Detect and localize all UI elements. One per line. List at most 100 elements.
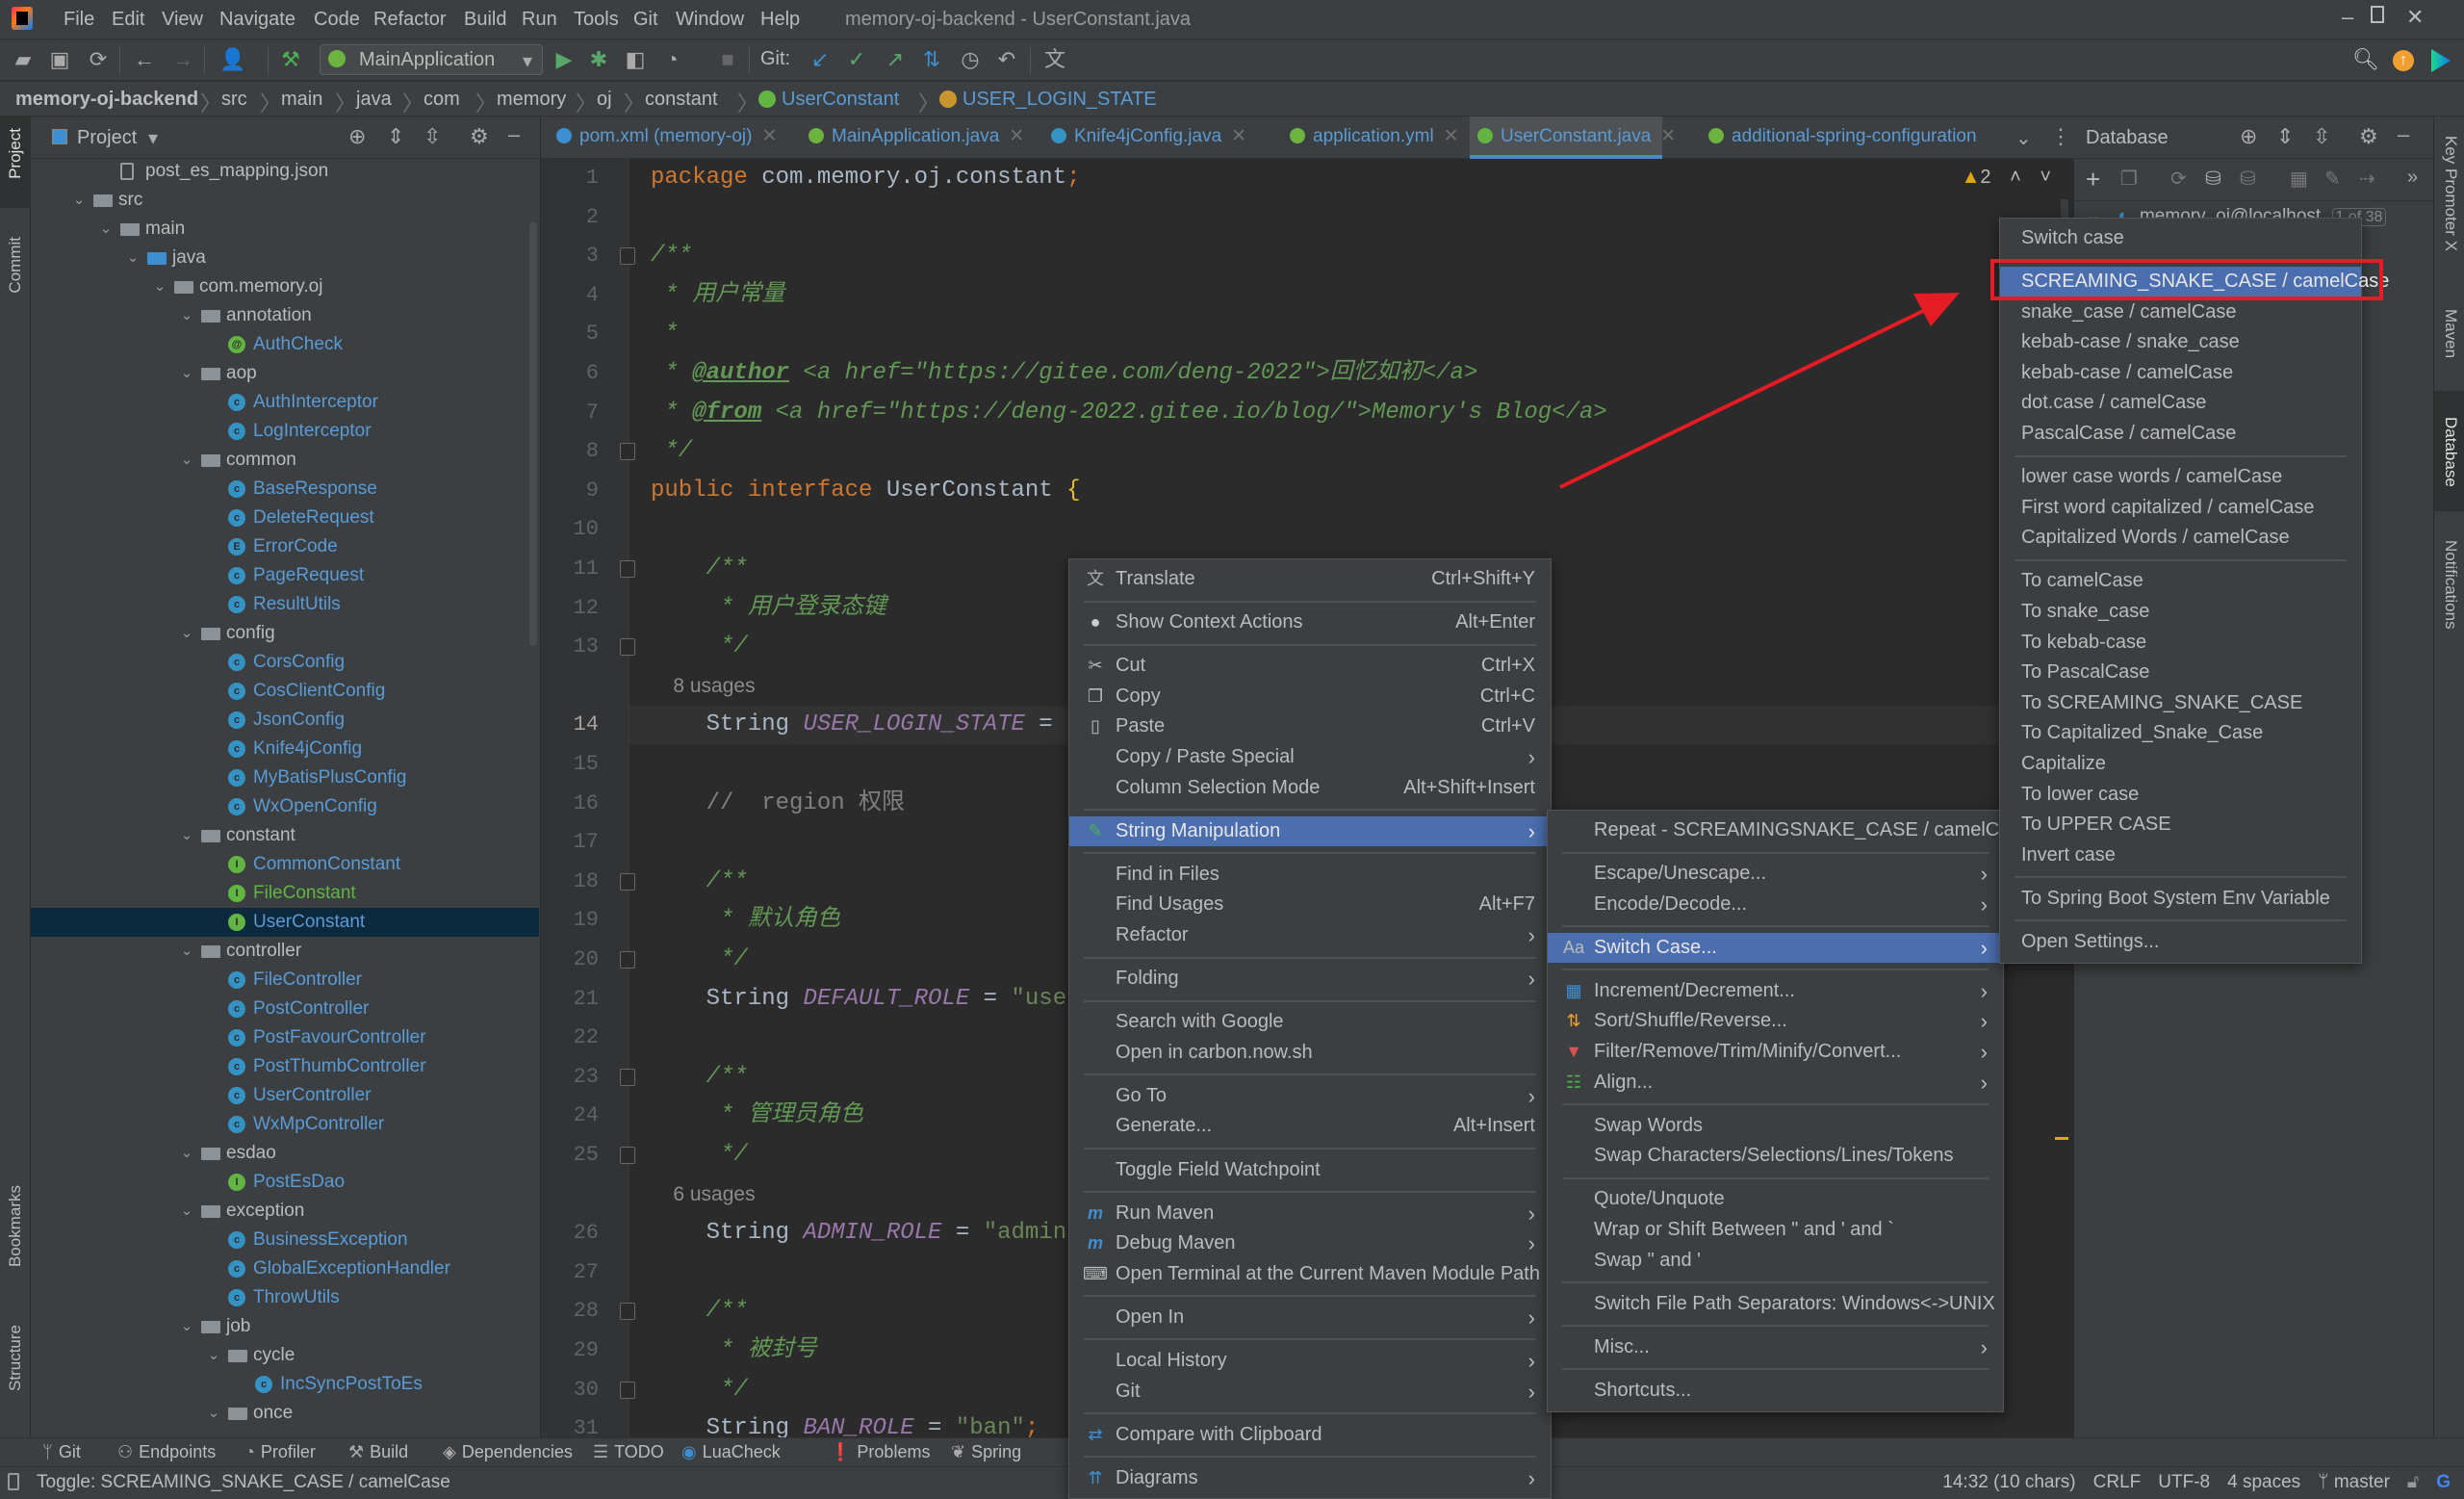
chevron-down-icon[interactable]: ⌄ [178, 301, 195, 330]
debug-icon[interactable]: ✱ [585, 47, 612, 72]
menu-item-pascalcase-camelcase[interactable]: PascalCase / camelCase [2000, 419, 2361, 450]
menu-item-dot-case-camelcase[interactable]: dot.case / camelCase [2000, 388, 2361, 419]
run-configuration-dropdown[interactable]: MainApplication ▾ [320, 44, 543, 75]
collapse-all-icon[interactable]: ⇳ [424, 124, 441, 149]
tree-item-aop[interactable]: ⌄ aop [31, 359, 539, 388]
menu-item-to-snake-case[interactable]: To snake_case [2000, 597, 2361, 628]
code-usages-hint[interactable]: 8 usages [651, 667, 755, 706]
menu-item-paste[interactable]: ▯ Paste Ctrl+V [1069, 711, 1551, 742]
restore-button[interactable] [2371, 6, 2384, 23]
menu-item-open-in-carbon-now-sh[interactable]: Open in carbon.now.sh [1069, 1038, 1551, 1069]
project-tool-button[interactable]: Project [6, 128, 25, 179]
tool-todo[interactable]: ☰ TODO [593, 1442, 664, 1462]
menu-item-find-in-files[interactable]: Find in Files [1069, 860, 1551, 891]
tree-item-wxopenconfig[interactable]: c WxOpenConfig [31, 792, 539, 821]
next-highlight-icon[interactable]: ˅ [2040, 167, 2051, 188]
db-tools-icon[interactable]: ⛁ [2205, 167, 2221, 191]
update-icon[interactable]: ↑ [2393, 50, 2414, 71]
chevron-down-icon[interactable]: ⌄ [178, 821, 195, 850]
menu-item-show-context-actions[interactable]: ● Show Context Actions Alt+Enter [1069, 607, 1551, 638]
fold-marker-icon[interactable] [620, 247, 635, 266]
more-icon[interactable]: » [2407, 167, 2418, 189]
fold-marker-icon[interactable] [620, 1068, 635, 1086]
menu-item-snake-case-camelcase[interactable]: snake_case / camelCase [2000, 297, 2361, 328]
tree-item-esdao[interactable]: ⌄ esdao [31, 1139, 539, 1168]
menu-item-git[interactable]: Git › [1069, 1377, 1551, 1408]
tree-item-incsyncposttoes[interactable]: c IncSyncPostToEs [31, 1370, 539, 1399]
tree-item-commonconstant[interactable]: I CommonConstant [31, 850, 539, 879]
commit-tool-button[interactable]: Commit [6, 237, 25, 294]
chevron-down-icon[interactable]: ⌄ [151, 272, 168, 301]
menu-item-debug-maven[interactable]: m Debug Maven › [1069, 1228, 1551, 1259]
locate-icon[interactable]: ⊕ [2240, 124, 2257, 149]
tree-item-fileconstant[interactable]: I FileConstant [31, 879, 539, 908]
status-panel-icon[interactable] [8, 1473, 19, 1490]
table-icon[interactable]: ▦ [2290, 167, 2308, 191]
menu-item-open-in[interactable]: Open In › [1069, 1303, 1551, 1333]
breadcrumb-oj[interactable]: oj [597, 89, 612, 111]
menu-code[interactable]: Code [314, 9, 360, 31]
menu-item-increment-decrement[interactable]: ▦ Increment/Decrement... › [1548, 976, 2003, 1007]
database-tool-button[interactable]: Database [2441, 417, 2460, 487]
tree-item-constant[interactable]: ⌄ constant [31, 821, 539, 850]
git-commit-icon[interactable]: ✓ [843, 47, 870, 72]
menu-item-switch-case[interactable]: Switch case [2000, 223, 2361, 254]
structure-tool-button[interactable]: Structure [6, 1325, 25, 1391]
menu-item-cut[interactable]: ✂ Cut Ctrl+X [1069, 651, 1551, 682]
caret-position[interactable]: 14:32 (10 chars) [1942, 1472, 2075, 1493]
menu-item-shortcuts[interactable]: Shortcuts... [1548, 1376, 2003, 1407]
tab-knife4jconfig-java[interactable]: Knife4jConfig.java ✕ [1043, 116, 1270, 159]
menu-item-to-screaming-snake-case[interactable]: To SCREAMING_SNAKE_CASE [2000, 688, 2361, 719]
menu-item-to-pascalcase[interactable]: To PascalCase [2000, 658, 2361, 688]
chevron-down-icon[interactable]: ⌄ [70, 186, 88, 215]
breadcrumb-memory-oj-backend[interactable]: memory-oj-backend [15, 89, 198, 111]
tree-item-deleterequest[interactable]: c DeleteRequest [31, 504, 539, 532]
breadcrumb-userconstant[interactable]: UserConstant [782, 89, 899, 111]
breadcrumb-com[interactable]: com [424, 89, 460, 111]
duplicate-icon[interactable]: ❐ [2120, 167, 2138, 191]
menu-tools[interactable]: Tools [574, 9, 619, 31]
menu-item-swap-words[interactable]: Swap Words [1548, 1111, 2003, 1142]
menu-item-kebab-case-snake-case[interactable]: kebab-case / snake_case [2000, 327, 2361, 358]
fold-marker-icon[interactable] [620, 1381, 635, 1399]
key-promoter-tool-button[interactable]: Key Promoter X [2441, 136, 2460, 251]
add-icon[interactable]: + [2086, 165, 2100, 194]
build-hammer-icon[interactable]: ⚒ [277, 47, 304, 72]
user-icon[interactable]: 👤 [219, 47, 246, 72]
git-compare-icon[interactable]: ⇅ [918, 47, 945, 72]
tree-item-filecontroller[interactable]: c FileController [31, 966, 539, 995]
tree-item-knife4jconfig[interactable]: c Knife4jConfig [31, 735, 539, 763]
tree-item-globalexceptionhandler[interactable]: c GlobalExceptionHandler [31, 1254, 539, 1283]
tree-item-cosclientconfig[interactable]: c CosClientConfig [31, 677, 539, 706]
tree-item-baseresponse[interactable]: c BaseResponse [31, 475, 539, 504]
tree-item-pagerequest[interactable]: c PageRequest [31, 561, 539, 590]
tree-item-controller[interactable]: ⌄ controller [31, 937, 539, 966]
hide-panel-icon[interactable]: – [508, 122, 520, 147]
chevron-down-icon[interactable]: ⌄ [205, 1399, 222, 1428]
close-tab-icon[interactable]: ✕ [1231, 126, 1246, 146]
tree-item-annotation[interactable]: ⌄ annotation [31, 301, 539, 330]
minimize-button[interactable]: – [2342, 5, 2353, 30]
collapse-all-icon[interactable]: ⇳ [2313, 124, 2330, 149]
menu-item-toggle-field-watchpoint[interactable]: Toggle Field Watchpoint [1069, 1155, 1551, 1186]
menu-item-search-with-google[interactable]: Search with Google [1069, 1007, 1551, 1038]
menu-item-escape-unescape[interactable]: Escape/Unescape... › [1548, 859, 2003, 890]
menu-item-to-capitalized-snake-case[interactable]: To Capitalized_Snake_Case [2000, 718, 2361, 749]
git-history-icon[interactable]: ◷ [957, 47, 984, 72]
tree-item-throwutils[interactable]: c ThrowUtils [31, 1283, 539, 1312]
menu-item-to-kebab-case[interactable]: To kebab-case [2000, 628, 2361, 659]
git-update-icon[interactable]: ↙ [807, 47, 834, 72]
maven-tool-button[interactable]: Maven [2441, 309, 2460, 358]
fold-marker-icon[interactable] [620, 638, 635, 657]
expand-all-icon[interactable]: ⇕ [387, 124, 404, 149]
git-push-icon[interactable]: ↗ [882, 47, 909, 72]
fold-marker-icon[interactable] [620, 1303, 635, 1321]
google-icon[interactable]: G [2436, 1472, 2451, 1493]
menu-item-find-usages[interactable]: Find Usages Alt+F7 [1069, 890, 1551, 920]
tree-item-businessexception[interactable]: c BusinessException [31, 1226, 539, 1254]
locate-icon[interactable]: ⊕ [348, 124, 366, 149]
chevron-down-icon[interactable]: ⌄ [178, 359, 195, 388]
menu-item-sort-shuffle-reverse[interactable]: ⇅ Sort/Shuffle/Reverse... › [1548, 1006, 2003, 1037]
menu-item-quote-unquote[interactable]: Quote/Unquote [1548, 1184, 2003, 1215]
menu-item-string-manipulation[interactable]: ✎ String Manipulation › [1069, 815, 1551, 847]
